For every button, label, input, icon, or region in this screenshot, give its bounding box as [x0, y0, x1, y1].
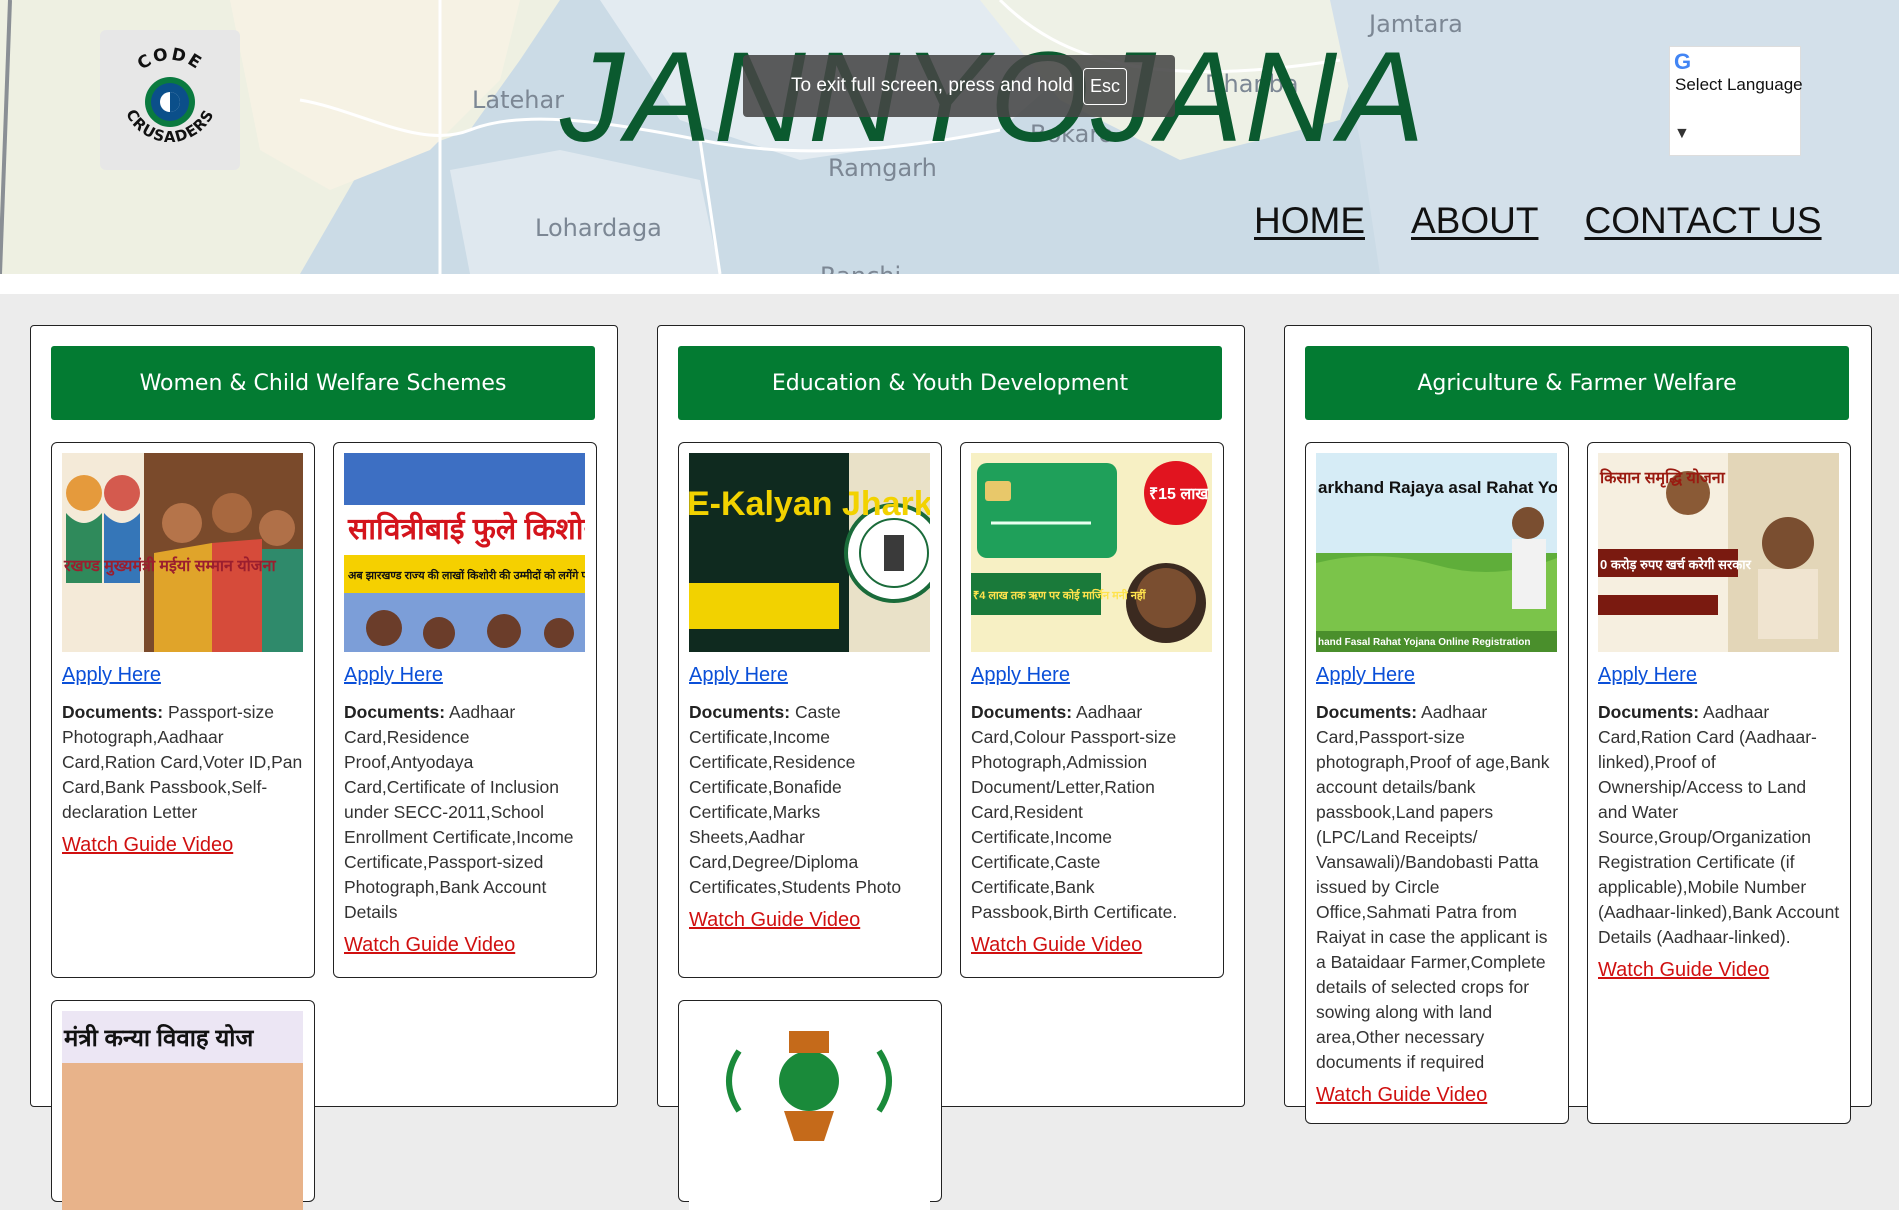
- watch-guide-video-link[interactable]: Watch Guide Video: [689, 908, 931, 933]
- scheme-thumbnail: arkhand Rajaya asal Rahat Yojana (RFRY) …: [1316, 453, 1557, 652]
- nav-home[interactable]: HOME: [1254, 200, 1365, 242]
- thumbnail-caption: रखण्ड मुख्यमंत्री मईयां सम्मान योजना: [63, 556, 277, 576]
- required-documents: Documents: Aadhaar Card,Ration Card (Aad…: [1598, 700, 1840, 983]
- scheme-card: [678, 1000, 942, 1210]
- category-education-youth: Education & Youth Development E-Kalyan J…: [657, 325, 1245, 1210]
- language-select[interactable]: Select Language: [1675, 75, 1803, 95]
- thumbnail-caption: मंत्री कन्या विवाह योज: [63, 1024, 254, 1052]
- esc-key-badge: Esc: [1082, 67, 1127, 105]
- thumbnail-caption: किसान समृद्धि योजना: [1599, 468, 1726, 488]
- scheme-card: मंत्री कन्या विवाह योज: [51, 1000, 315, 1210]
- thumbnail-caption: सावित्रीबाई फुले किशोरी समृद्धि योजना: [347, 511, 585, 548]
- documents-label: Documents:: [62, 702, 164, 722]
- thumbnail-subcaption: अब झारखण्ड राज्य की लाखों किशोरी की उम्म…: [348, 568, 585, 582]
- documents-list: Aadhaar Card,Ration Card (Aadhaar-linked…: [1598, 702, 1840, 947]
- documents-label: Documents:: [1316, 702, 1418, 722]
- scheme-thumbnail: किसान समृद्धि योजना 0 करोड़ रुपए खर्च कर…: [1598, 453, 1839, 652]
- site-header: Latehar Jamtara Ramgarh Lohardaga Ranchi…: [0, 0, 1899, 274]
- scheme-card: रखण्ड मुख्यमंत्री मईयां सम्मान योजना App…: [51, 442, 315, 978]
- scheme-thumbnail: ₹15 लाख ₹4 लाख तक ऋण पर कोई मार्जिन मनी …: [971, 453, 1212, 652]
- svg-text:CODE: CODE: [134, 44, 206, 74]
- apply-here-link[interactable]: Apply Here: [971, 664, 1070, 687]
- thumbnail-subcaption: 0 करोड़ रुपए खर्च करेगी सरकार: [1600, 557, 1752, 572]
- category-women-child: Women & Child Welfare Schemes रखण्ड मुख्…: [30, 325, 618, 1210]
- header-divider: [0, 274, 1899, 294]
- thumbnail-subcaption: hand Fasal Rahat Yojana Online Registrat…: [1318, 637, 1530, 648]
- nav-contact-us[interactable]: CONTACT US: [1584, 200, 1821, 242]
- fullscreen-exit-notice: To exit full screen, press and hold Esc: [743, 55, 1175, 117]
- apply-here-link[interactable]: Apply Here: [62, 664, 161, 687]
- watch-guide-video-link[interactable]: Watch Guide Video: [971, 933, 1213, 958]
- documents-list: Aadhaar Card,Residence Proof,Antyodaya C…: [344, 702, 574, 922]
- scheme-card: किसान समृद्धि योजना 0 करोड़ रुपए खर्च कर…: [1587, 442, 1851, 1124]
- thumbnail-subcaption: ₹4 लाख तक ऋण पर कोई मार्जिन मनी नहीं: [973, 588, 1147, 602]
- map-label: Lohardaga: [535, 214, 662, 242]
- required-documents: Documents: Passport-size Photograph,Aadh…: [62, 700, 304, 858]
- google-translate-widget[interactable]: G Select Language ▼: [1669, 46, 1803, 156]
- documents-list: Caste Certificate,Income Certificate,Res…: [689, 702, 902, 897]
- nav-about[interactable]: ABOUT: [1411, 200, 1538, 242]
- thumbnail-caption: E-Kalyan Jharkhand Scholarship: [689, 485, 930, 523]
- watch-guide-video-link[interactable]: Watch Guide Video: [1598, 958, 1840, 983]
- documents-list: Aadhaar Card,Passport-size photograph,Pr…: [1316, 702, 1550, 1072]
- apply-here-link[interactable]: Apply Here: [1316, 664, 1415, 687]
- documents-label: Documents:: [344, 702, 446, 722]
- documents-label: Documents:: [689, 702, 791, 722]
- logo-emblem-icon: CODE CRUSADERS: [122, 44, 217, 146]
- watch-guide-video-link[interactable]: Watch Guide Video: [344, 933, 586, 958]
- scheme-thumbnail: [689, 1011, 930, 1210]
- scheme-thumbnail: मंत्री कन्या विवाह योज: [62, 1011, 303, 1210]
- watch-guide-video-link[interactable]: Watch Guide Video: [62, 833, 304, 858]
- documents-label: Documents:: [1598, 702, 1700, 722]
- scheme-card: सावित्रीबाई फुले किशोरी समृद्धि योजना अब…: [333, 442, 597, 978]
- google-icon: G: [1674, 49, 1692, 74]
- watch-guide-video-link[interactable]: Watch Guide Video: [1316, 1083, 1558, 1108]
- apply-here-link[interactable]: Apply Here: [1598, 664, 1697, 687]
- logo-text-top: CODE: [134, 44, 204, 74]
- thumbnail-caption: ₹15 लाख: [1149, 486, 1209, 503]
- map-label: Latehar: [472, 86, 565, 114]
- apply-here-link[interactable]: Apply Here: [689, 664, 788, 687]
- scheme-thumbnail: रखण्ड मुख्यमंत्री मईयां सम्मान योजना: [62, 453, 303, 652]
- map-label: Ranchi: [820, 262, 901, 274]
- category-agriculture-farmer: Agriculture & Farmer Welfare arkhand Raj…: [1284, 325, 1872, 1124]
- apply-here-link[interactable]: Apply Here: [344, 664, 443, 687]
- dropdown-arrow-icon[interactable]: ▼: [1674, 125, 1690, 143]
- scheme-thumbnail: सावित्रीबाई फुले किशोरी समृद्धि योजना अब…: [344, 453, 585, 652]
- scheme-card: E-Kalyan Jharkhand Scholarship Apply Her…: [678, 442, 942, 978]
- category-title: Education & Youth Development: [678, 346, 1222, 420]
- required-documents: Documents: Caste Certificate,Income Cert…: [689, 700, 931, 933]
- documents-list: Aadhaar Card,Colour Passport-size Photog…: [971, 702, 1178, 922]
- category-title: Women & Child Welfare Schemes: [51, 346, 595, 420]
- code-crusaders-logo[interactable]: CODE CRUSADERS: [100, 30, 240, 170]
- required-documents: Documents: Aadhaar Card,Residence Proof,…: [344, 700, 586, 958]
- required-documents: Documents: Aadhaar Card,Colour Passport-…: [971, 700, 1213, 958]
- main-nav: HOME ABOUT CONTACT US: [1254, 200, 1822, 242]
- documents-label: Documents:: [971, 702, 1073, 722]
- scheme-card: arkhand Rajaya asal Rahat Yojana (RFRY) …: [1305, 442, 1569, 1124]
- fullscreen-notice-text: To exit full screen, press and hold: [790, 75, 1073, 96]
- scheme-thumbnail: E-Kalyan Jharkhand Scholarship: [689, 453, 930, 652]
- thumbnail-caption: arkhand Rajaya asal Rahat Yojana (RFRY): [1318, 478, 1557, 497]
- required-documents: Documents: Aadhaar Card,Passport-size ph…: [1316, 700, 1558, 1108]
- category-title: Agriculture & Farmer Welfare: [1305, 346, 1849, 420]
- scheme-card: ₹15 लाख ₹4 लाख तक ऋण पर कोई मार्जिन मनी …: [960, 442, 1224, 978]
